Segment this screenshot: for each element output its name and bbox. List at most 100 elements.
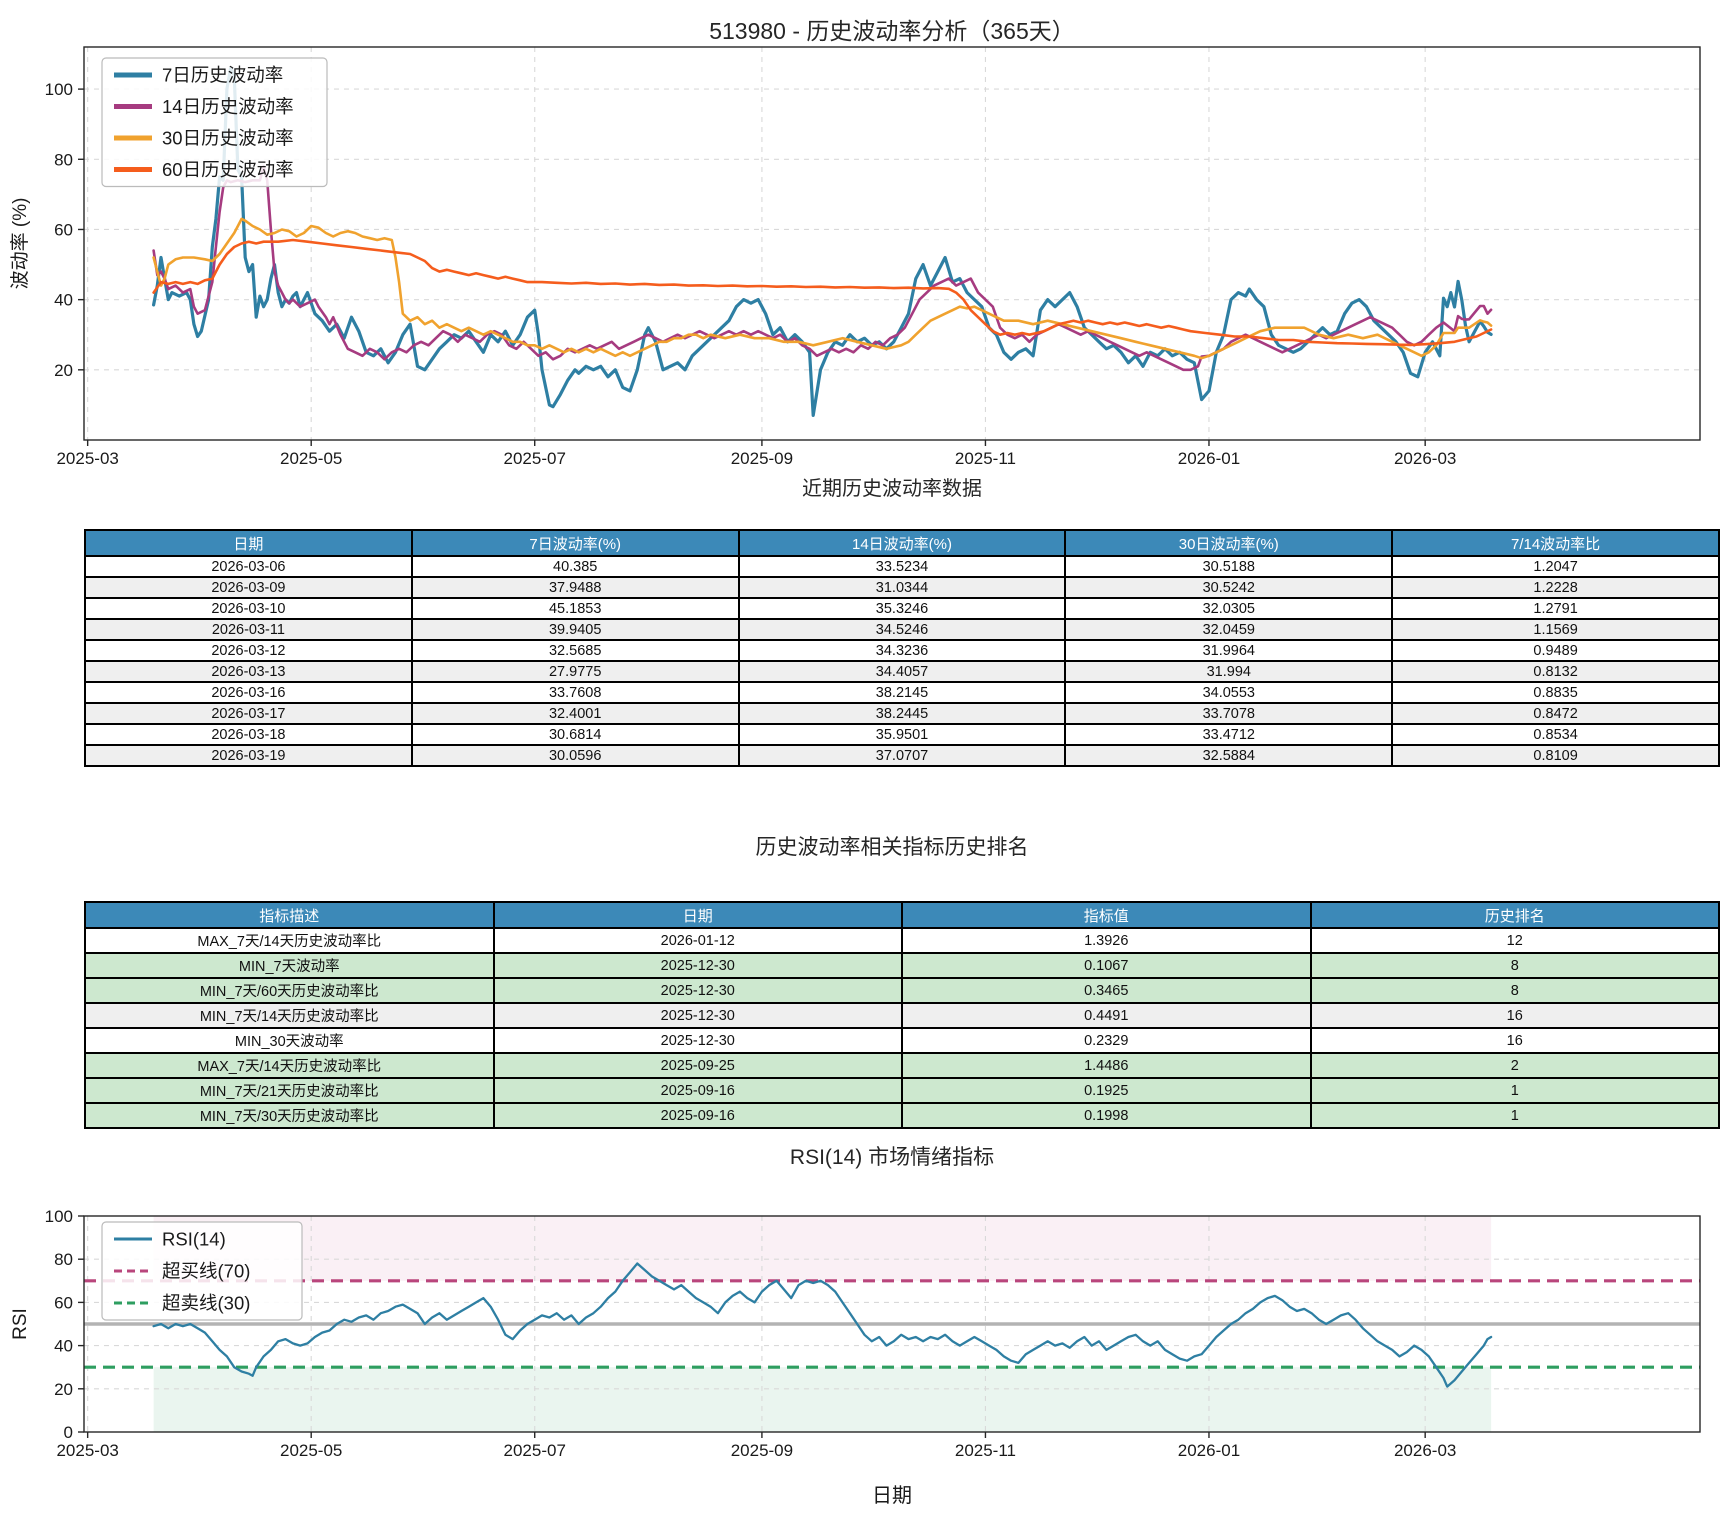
volatility-chart: 2025-03 2025-05 2025-07 2025-09 2025-11 2026-… bbox=[9, 46, 1701, 468]
table-cell: 32.5685 bbox=[410, 639, 740, 662]
svg-text:60日历史波动率: 60日历史波动率 bbox=[162, 159, 294, 180]
series-line bbox=[152, 217, 1493, 360]
legend: RSI(14) 超买线(70) 超卖线(30) bbox=[101, 1221, 303, 1321]
table-cell: 2026-03-18 bbox=[84, 723, 413, 746]
table-cell: 31.9964 bbox=[1064, 639, 1394, 662]
table-cell: 2026-03-13 bbox=[84, 660, 413, 683]
column-header: 7日波动率(%) bbox=[410, 529, 740, 557]
table-cell: MAX_7天/14天历史波动率比 bbox=[84, 1052, 495, 1079]
table-cell: 30.5242 bbox=[1064, 576, 1394, 599]
table-cell: 33.4712 bbox=[1064, 723, 1394, 746]
svg-text:2025-05: 2025-05 bbox=[280, 1441, 342, 1460]
svg-text:80: 80 bbox=[54, 1250, 73, 1269]
table-row: MIN_30天波动率 2025-12-30 0.2329 16 bbox=[84, 1027, 1720, 1054]
svg-text:2025-11: 2025-11 bbox=[955, 1441, 1016, 1460]
svg-text:0: 0 bbox=[64, 1423, 73, 1442]
table-cell: 33.7608 bbox=[410, 681, 740, 704]
svg-text:20: 20 bbox=[54, 361, 73, 380]
table-cell: 30.5188 bbox=[1064, 555, 1394, 578]
table-cell: 34.0553 bbox=[1064, 681, 1394, 704]
svg-text:2025-11: 2025-11 bbox=[955, 449, 1016, 468]
table-cell: 31.994 bbox=[1064, 660, 1394, 683]
table-cell: MIN_7天/60天历史波动率比 bbox=[84, 977, 495, 1004]
table-cell: 34.5246 bbox=[737, 618, 1067, 641]
svg-text:2026-01: 2026-01 bbox=[1178, 449, 1240, 468]
table-cell: 37.0707 bbox=[737, 744, 1067, 767]
table-cell: 38.2145 bbox=[737, 681, 1067, 704]
table-cell: 35.3246 bbox=[737, 597, 1067, 620]
table-cell: 8 bbox=[1309, 952, 1720, 979]
table-cell: 33.7078 bbox=[1064, 702, 1394, 725]
threshold-band bbox=[153, 1367, 1492, 1432]
table-row: MAX_7天/14天历史波动率比 2026-01-12 1.3926 12 bbox=[84, 927, 1720, 954]
indicator-ranking-table: 指标描述 日期 指标值 历史排名 MAX_7天/14天历史波动率比 2026-01-12… bbox=[84, 901, 1720, 1129]
table-cell: 1.3926 bbox=[901, 927, 1312, 954]
y-axis-label: 波动率 (%) bbox=[9, 198, 31, 290]
table-cell: 0.8534 bbox=[1391, 723, 1720, 746]
table-cell: 16 bbox=[1309, 1002, 1720, 1029]
table-cell: 31.0344 bbox=[737, 576, 1067, 599]
svg-text:2025-03: 2025-03 bbox=[56, 1441, 118, 1460]
table-row: 2026-03-09 37.9488 31.0344 30.5242 1.2228 bbox=[84, 576, 1720, 599]
table-cell: 33.5234 bbox=[737, 555, 1067, 578]
column-header: 30日波动率(%) bbox=[1064, 529, 1394, 557]
table-cell: 2026-03-06 bbox=[84, 555, 413, 578]
ranking-table-title: 历史波动率相关指标历史排名 bbox=[755, 836, 1029, 859]
table-cell: 2026-03-09 bbox=[84, 576, 413, 599]
table-body: 2026-03-06 40.385 33.5234 30.5188 1.2047 2026… bbox=[84, 555, 1720, 767]
table-row: 2026-03-12 32.5685 34.3236 31.9964 0.9489 bbox=[84, 639, 1720, 662]
svg-text:超卖线(30): 超卖线(30) bbox=[162, 1293, 250, 1314]
table-cell: 35.9501 bbox=[737, 723, 1067, 746]
header-row: 日期 7日波动率(%) 14日波动率(%) 30日波动率(%) 7/14波动率比 bbox=[84, 529, 1720, 557]
table-cell: 0.1067 bbox=[901, 952, 1312, 979]
svg-text:100: 100 bbox=[45, 1207, 73, 1226]
table-cell: 30.0596 bbox=[410, 744, 740, 767]
table-cell: 2026-01-12 bbox=[492, 927, 903, 954]
rsi-chart: 2025-03 2025-05 2025-07 2025-09 2025-11 2026-… bbox=[10, 1207, 1701, 1507]
table-cell: 45.1853 bbox=[410, 597, 740, 620]
column-header: 14日波动率(%) bbox=[737, 529, 1067, 557]
table-row: 2026-03-17 32.4001 38.2445 33.7078 0.8472 bbox=[84, 702, 1720, 725]
table-row: MIN_7天/60天历史波动率比 2025-12-30 0.3465 8 bbox=[84, 977, 1720, 1004]
table-cell: 2025-12-30 bbox=[492, 1027, 903, 1054]
svg-text:2025-09: 2025-09 bbox=[731, 1441, 793, 1460]
svg-text:2026-01: 2026-01 bbox=[1178, 1441, 1240, 1460]
table-cell: 2025-12-30 bbox=[492, 977, 903, 1004]
svg-text:2025-05: 2025-05 bbox=[280, 449, 342, 468]
table-cell: 1 bbox=[1309, 1102, 1720, 1129]
table-cell: 39.9405 bbox=[410, 618, 740, 641]
table-cell: 1.1569 bbox=[1391, 618, 1720, 641]
table-cell: 12 bbox=[1309, 927, 1720, 954]
legend: 7日历史波动率 14日历史波动率 30日历史波动率 60日历史波动率 bbox=[101, 57, 328, 188]
svg-text:2025-07: 2025-07 bbox=[504, 449, 566, 468]
table-cell: 0.8835 bbox=[1391, 681, 1720, 704]
table-cell: MIN_7天/21天历史波动率比 bbox=[84, 1077, 495, 1104]
column-header: 日期 bbox=[84, 529, 413, 557]
table-cell: 0.2329 bbox=[901, 1027, 1312, 1054]
table-row: 2026-03-18 30.6814 35.9501 33.4712 0.8534 bbox=[84, 723, 1720, 746]
table-cell: 2026-03-12 bbox=[84, 639, 413, 662]
header-row: 指标描述 日期 指标值 历史排名 bbox=[84, 901, 1720, 929]
table-row: MIN_7天波动率 2025-12-30 0.1067 8 bbox=[84, 952, 1720, 979]
table-cell: 1 bbox=[1309, 1077, 1720, 1104]
table-cell: 34.4057 bbox=[737, 660, 1067, 683]
table-head: 指标描述 日期 指标值 历史排名 bbox=[84, 901, 1720, 929]
svg-text:7日历史波动率: 7日历史波动率 bbox=[162, 65, 283, 86]
svg-text:超买线(70): 超买线(70) bbox=[162, 1261, 250, 1282]
table-cell: 32.4001 bbox=[410, 702, 740, 725]
table-row: 2026-03-13 27.9775 34.4057 31.994 0.8132 bbox=[84, 660, 1720, 683]
table-cell: 38.2445 bbox=[737, 702, 1067, 725]
series-line bbox=[152, 238, 1493, 347]
table-body: MAX_7天/14天历史波动率比 2026-01-12 1.3926 12 MIN_7天… bbox=[84, 927, 1720, 1129]
table-cell: 0.1925 bbox=[901, 1077, 1312, 1104]
table-cell: 0.1998 bbox=[901, 1102, 1312, 1129]
table-cell: 30.6814 bbox=[410, 723, 740, 746]
svg-text:40: 40 bbox=[54, 1337, 73, 1356]
table-cell: 40.385 bbox=[410, 555, 740, 578]
table-cell: 32.0459 bbox=[1064, 618, 1394, 641]
table-cell: 0.8132 bbox=[1391, 660, 1720, 683]
table-row: 2026-03-10 45.1853 35.3246 32.0305 1.2791 bbox=[84, 597, 1720, 620]
table-cell: 1.4486 bbox=[901, 1052, 1312, 1079]
table-row: MIN_7天/21天历史波动率比 2025-09-16 0.1925 1 bbox=[84, 1077, 1720, 1104]
table-cell: 2026-03-16 bbox=[84, 681, 413, 704]
